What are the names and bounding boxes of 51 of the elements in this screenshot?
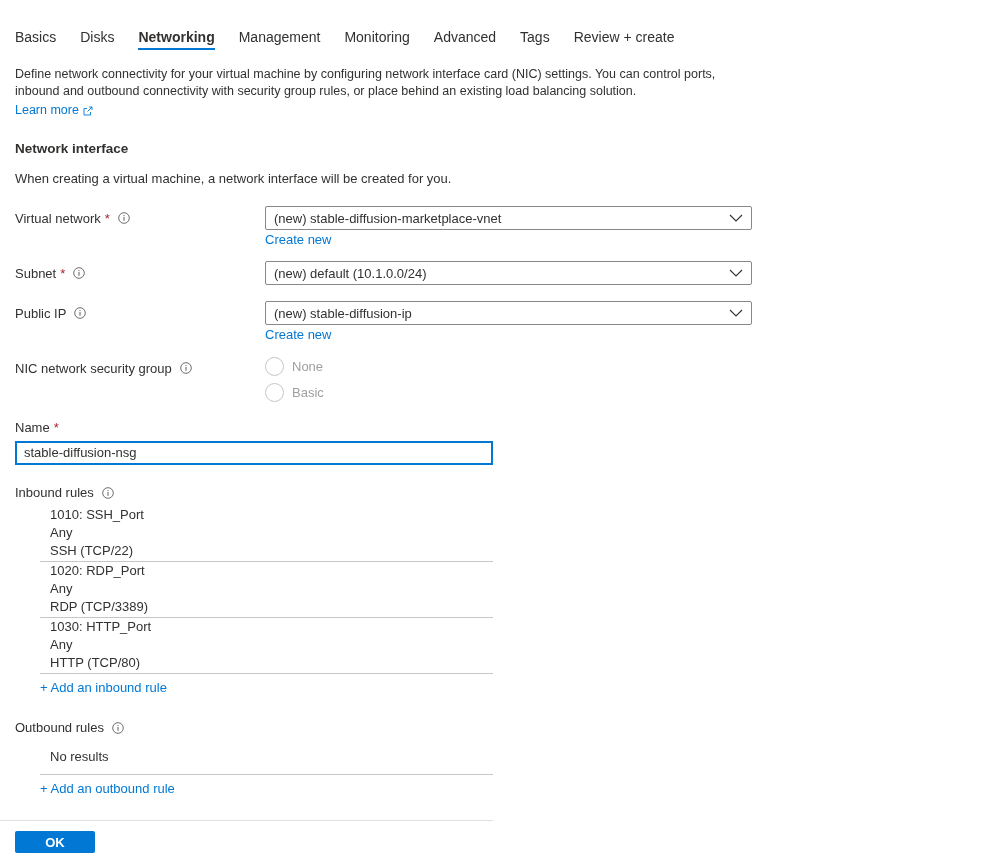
section-heading: Network interface [15,139,130,158]
dropdown[interactable]: (new) stable-diffusion-marketplace-vnet [265,206,752,231]
name-input[interactable]: stable-diffusion-nsg [15,440,493,465]
info-icon[interactable] [101,486,114,499]
info-icon[interactable] [73,267,86,280]
intro-text: Define network connectivity for your virtual machine by configuring network interface card (NIC) settings. You can control ports, inbound and outbound connectivity with security group rules, or place behind an existing load balancing solution. [15,66,717,100]
chevron-down-icon [729,269,743,278]
field-label: Virtual network [15,209,101,228]
rule-source: Any [50,580,74,599]
tab[interactable]: Monitoring [344,26,410,50]
tab[interactable]: Disks [80,26,115,50]
rule-source: Any [50,636,74,655]
learn-more-link[interactable]: Learn more [15,102,93,119]
rule-name: 1010: SSH_Port [50,506,145,525]
tab[interactable]: Tags [520,26,550,50]
field-label: Name [15,419,50,438]
field-label: NIC network security group [15,359,172,378]
dropdown[interactable]: (new) default (10.1.0.0/24) [265,261,752,286]
section-label: Outbound rules [15,718,104,737]
section-description: When creating a virtual machine, a network interface will be created for you. [15,169,453,188]
create-new-link[interactable]: Create new [265,326,752,345]
info-icon[interactable] [117,212,130,225]
rule-name: 1020: RDP_Port [50,562,146,581]
rule-service: SSH (TCP/22) [50,542,135,561]
required-asterisk: * [53,419,59,438]
rule-source: Any [50,524,74,543]
field-label: Public IP [15,304,67,323]
tab[interactable]: Advanced [433,26,497,50]
chevron-down-icon [729,309,743,318]
tab[interactable]: Management [238,26,321,50]
rule-service: RDP (TCP/3389) [50,598,149,617]
required-asterisk: * [104,209,110,228]
info-icon[interactable] [111,721,124,734]
required-asterisk: * [60,264,66,283]
ok-button[interactable]: OK [15,831,95,854]
create-new-link[interactable]: Create new [265,231,752,250]
dropdown[interactable]: (new) stable-diffusion-ip [265,301,752,326]
rule-name: 1030: HTTP_Port [50,618,153,637]
tab[interactable]: Networking [138,26,215,50]
rule-service: HTTP (TCP/80) [50,654,142,673]
field-label: Subnet [15,264,57,283]
tab[interactable]: Basics [15,26,57,50]
add-outbound-rule-link[interactable]: + Add an outbound rule [40,778,493,799]
info-icon[interactable] [179,362,192,375]
info-icon[interactable] [74,307,87,320]
external-link-icon [82,105,93,116]
section-label: Inbound rules [15,483,94,502]
empty-rules-text: No results [40,747,493,775]
add-inbound-rule-link[interactable]: + Add an inbound rule [40,678,493,698]
tab[interactable]: Review + create [573,26,675,50]
chevron-down-icon [729,214,743,223]
